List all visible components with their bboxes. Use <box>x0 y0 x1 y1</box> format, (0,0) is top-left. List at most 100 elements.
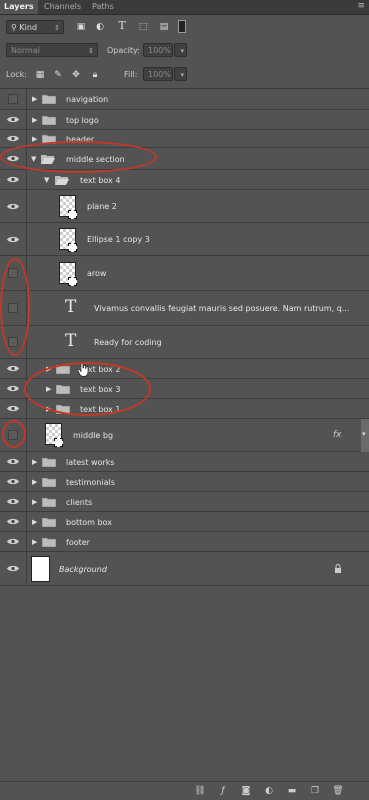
layer-row-latest-works[interactable]: ▶ latest works <box>0 452 369 472</box>
new-group-icon[interactable]: ▬ <box>286 786 298 797</box>
eye-icon[interactable] <box>7 478 19 485</box>
visibility-cell[interactable] <box>0 359 27 378</box>
expand-arrow-icon[interactable]: ▶ <box>32 116 37 124</box>
expand-arrow-icon[interactable]: ▶ <box>46 385 51 393</box>
visibility-cell[interactable] <box>0 256 27 290</box>
expand-arrow-icon[interactable]: ▶ <box>32 538 37 546</box>
link-layers-icon[interactable]: ⛓ <box>194 786 206 797</box>
visibility-cell[interactable] <box>0 452 27 471</box>
eye-icon[interactable] <box>7 135 19 142</box>
add-layer-style-icon[interactable]: ƒ <box>217 786 229 797</box>
layer-row-testimonials[interactable]: ▶ testimonials <box>0 472 369 492</box>
visibility-cell[interactable] <box>0 399 27 418</box>
layer-row-text-box-4[interactable]: ▼ text box 4 <box>0 170 369 190</box>
collapse-arrow-icon[interactable]: ▼ <box>31 155 36 163</box>
layer-row-vivamus-text[interactable]: T Vivamus convallis feugiat mauris sed p… <box>0 291 369 326</box>
layer-row-footer[interactable]: ▶ footer <box>0 532 369 552</box>
layer-row-ellipse-1-copy-3[interactable]: Ellipse 1 copy 3 <box>0 223 369 256</box>
visibility-cell[interactable] <box>0 110 27 129</box>
layer-row-text-box-1[interactable]: ▶ text box 1 <box>0 399 369 419</box>
eye-icon[interactable] <box>7 565 19 572</box>
visibility-cell[interactable] <box>0 552 27 585</box>
layer-effects-toggle[interactable]: ▾ <box>361 419 369 452</box>
tab-layers[interactable]: Layers <box>0 0 38 14</box>
eye-icon[interactable] <box>7 518 19 525</box>
eye-icon[interactable] <box>7 365 19 372</box>
visibility-cell[interactable] <box>0 472 27 491</box>
new-adjustment-layer-icon[interactable]: ◐ <box>263 786 275 797</box>
type-filter-icon[interactable]: T <box>116 20 128 32</box>
layer-row-background[interactable]: Background <box>0 552 369 586</box>
visibility-cell[interactable] <box>0 170 27 189</box>
eye-icon[interactable] <box>7 405 19 412</box>
hidden-visibility-box[interactable] <box>8 303 18 313</box>
visibility-cell[interactable] <box>0 532 27 551</box>
hidden-visibility-box[interactable] <box>8 337 18 347</box>
filter-kind-select[interactable]: ⚲ Kind ⇕ <box>6 20 64 34</box>
expand-arrow-icon[interactable]: ▶ <box>32 498 37 506</box>
new-layer-icon[interactable]: ❐ <box>309 786 321 797</box>
fill-input[interactable]: 100% <box>143 67 173 81</box>
adjustment-filter-icon[interactable]: ◐ <box>94 21 106 33</box>
layer-row-bottom-box[interactable]: ▶ bottom box <box>0 512 369 532</box>
expand-arrow-icon[interactable]: ▶ <box>32 518 37 526</box>
layer-row-middle-section[interactable]: ▼ middle section <box>0 148 369 170</box>
eye-icon[interactable] <box>7 498 19 505</box>
collapse-arrow-icon[interactable]: ▼ <box>44 176 49 184</box>
tab-channels[interactable]: Channels <box>40 0 85 14</box>
visibility-cell[interactable] <box>0 492 27 511</box>
shape-filter-icon[interactable]: ⬚ <box>137 21 149 33</box>
eye-icon[interactable] <box>7 203 19 210</box>
fill-dropdown-button[interactable]: ▾ <box>174 67 187 81</box>
eye-icon[interactable] <box>7 458 19 465</box>
layer-row-ready-for-coding[interactable]: T Ready for coding <box>0 326 369 359</box>
hidden-visibility-box[interactable] <box>8 430 18 440</box>
visibility-cell[interactable] <box>0 223 27 255</box>
visibility-cell[interactable] <box>0 512 27 531</box>
smart-object-filter-icon[interactable]: ▤ <box>158 21 170 33</box>
lock-position-icon[interactable]: ✥ <box>70 69 82 81</box>
lock-transparent-icon[interactable]: ▦ <box>34 69 46 81</box>
delete-layer-icon[interactable]: 🗑︎ <box>332 786 344 797</box>
visibility-cell[interactable] <box>0 89 27 109</box>
layer-row-arow[interactable]: arow <box>0 256 369 291</box>
add-mask-icon[interactable]: ◙ <box>240 786 252 797</box>
layer-row-navigation[interactable]: ▶ navigation <box>0 89 369 110</box>
expand-arrow-icon[interactable]: ▶ <box>46 405 51 413</box>
layer-row-middle-bg[interactable]: middle bg fx ▾ <box>0 419 369 452</box>
visibility-cell[interactable] <box>0 379 27 398</box>
expand-arrow-icon[interactable]: ▶ <box>32 478 37 486</box>
blend-mode-select[interactable]: Normal ⇕ <box>6 43 98 57</box>
layer-row-text-box-3[interactable]: ▶ text box 3 <box>0 379 369 399</box>
panel-menu-icon[interactable]: ≡ <box>357 1 365 11</box>
hidden-visibility-box[interactable] <box>8 268 18 278</box>
visibility-cell[interactable] <box>0 419 27 451</box>
layer-effects-icon[interactable]: fx <box>333 430 342 440</box>
visibility-cell[interactable] <box>0 130 27 147</box>
eye-icon[interactable] <box>7 176 19 183</box>
layer-row-plane-2[interactable]: plane 2 <box>0 190 369 223</box>
eye-icon[interactable] <box>7 538 19 545</box>
layer-row-text-box-2[interactable]: ▶ text box 2 <box>0 359 369 379</box>
opacity-dropdown-button[interactable]: ▾ <box>174 43 187 57</box>
layer-row-header[interactable]: ▶ header <box>0 130 369 148</box>
filter-toggle-icon[interactable] <box>178 20 186 33</box>
expand-arrow-icon[interactable]: ▶ <box>46 365 51 373</box>
opacity-input[interactable]: 100% <box>143 43 173 57</box>
eye-icon[interactable] <box>7 385 19 392</box>
lock-all-icon[interactable]: 🔒︎ <box>89 69 101 81</box>
layer-row-top-logo[interactable]: ▶ top logo <box>0 110 369 130</box>
visibility-cell[interactable] <box>0 326 27 358</box>
expand-arrow-icon[interactable]: ▶ <box>32 458 37 466</box>
eye-icon[interactable] <box>7 236 19 243</box>
eye-icon[interactable] <box>7 155 19 162</box>
visibility-cell[interactable] <box>0 190 27 222</box>
expand-arrow-icon[interactable]: ▶ <box>32 135 37 143</box>
expand-arrow-icon[interactable]: ▶ <box>32 95 37 103</box>
visibility-cell[interactable] <box>0 148 27 169</box>
hidden-visibility-box[interactable] <box>8 94 18 104</box>
eye-icon[interactable] <box>7 116 19 123</box>
lock-image-brush-icon[interactable]: ✎ <box>52 69 64 81</box>
tab-paths[interactable]: Paths <box>88 0 118 14</box>
pixel-filter-icon[interactable]: ▣ <box>75 21 87 33</box>
